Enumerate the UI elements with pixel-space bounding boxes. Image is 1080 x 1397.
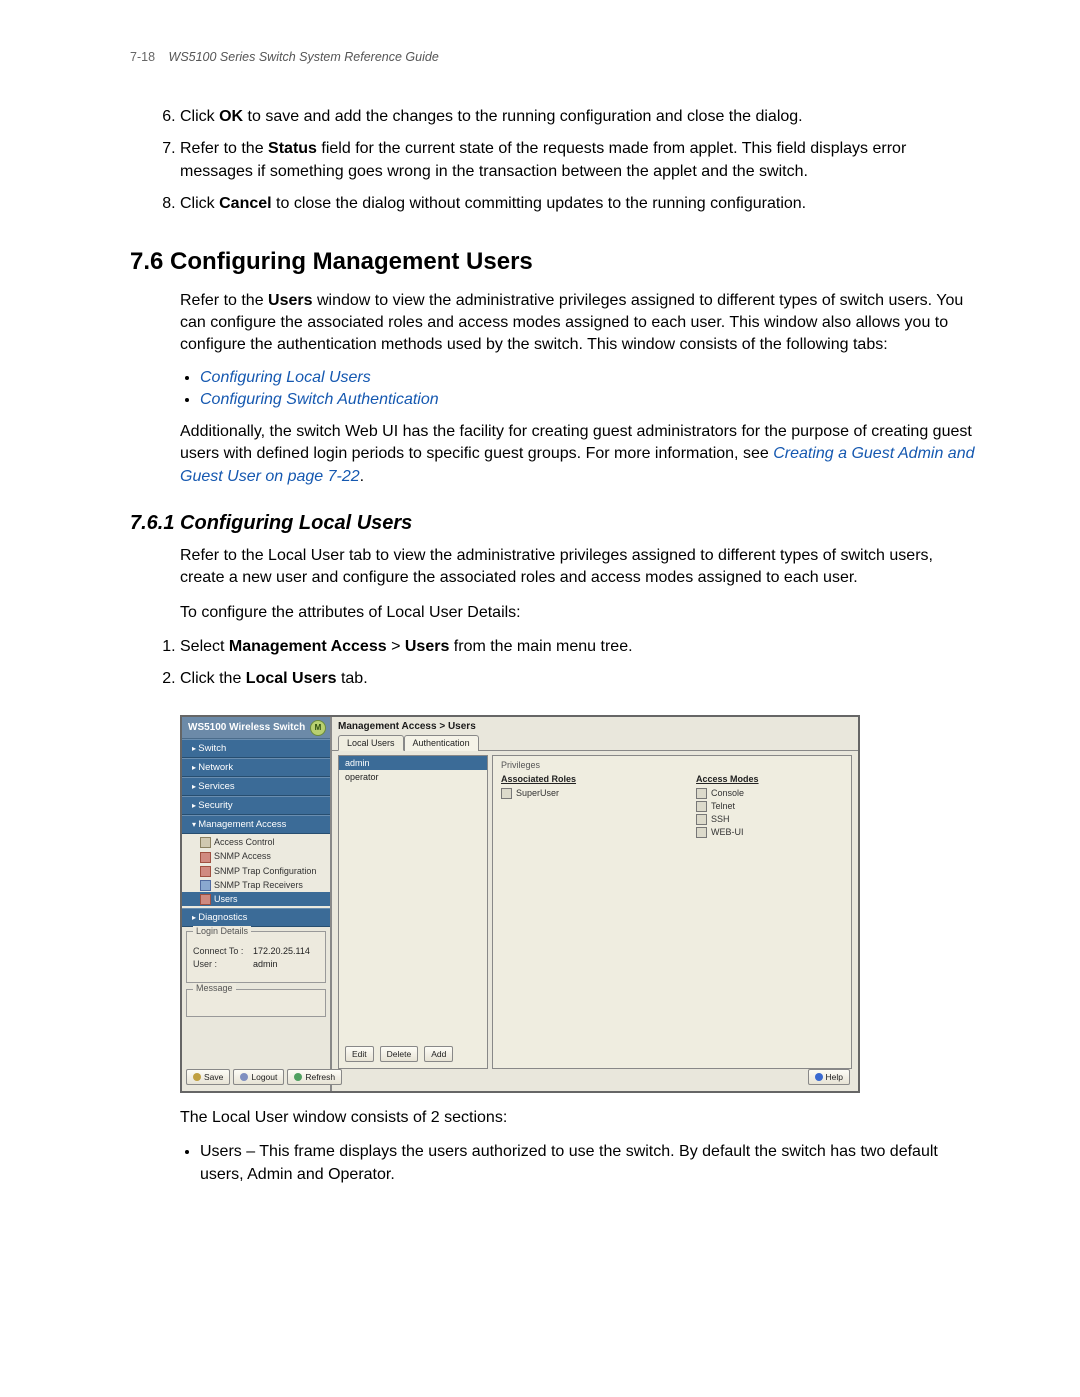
access-modes-col: Access Modes Console Telnet SSH WEB-UI <box>696 774 759 840</box>
role-entry: SuperUser <box>501 788 576 799</box>
save-icon <box>193 1073 201 1081</box>
message-box: Message <box>186 989 326 1017</box>
logout-icon <box>240 1073 248 1081</box>
save-button[interactable]: Save <box>186 1069 230 1085</box>
paragraph: To configure the attributes of Local Use… <box>180 602 980 624</box>
mode-entry: WEB-UI <box>696 827 759 838</box>
login-user-value: admin <box>253 959 278 969</box>
login-connect-value: 172.20.25.114 <box>253 946 310 956</box>
paragraph: The Local User window consists of 2 sect… <box>180 1107 980 1129</box>
content-area: Management Access > Users Local Users Au… <box>332 717 858 1091</box>
login-details: Login Details Connect To : 172.20.25.114… <box>186 931 326 983</box>
folder-icon <box>200 894 211 905</box>
paragraph: Refer to the Local User tab to view the … <box>180 545 980 590</box>
help-button[interactable]: Help <box>808 1069 850 1085</box>
link-list: Configuring Local Users Configuring Swit… <box>200 369 980 409</box>
logo-badge-icon: M <box>310 720 326 736</box>
subsection-heading: 7.6.1 Configuring Local Users <box>130 512 980 535</box>
nav-snmp-trap-receivers[interactable]: SNMP Trap Receivers <box>182 878 330 892</box>
step-item: Click Cancel to close the dialog without… <box>180 193 980 215</box>
mode-entry: Console <box>696 788 759 799</box>
mode-entry: SSH <box>696 814 759 825</box>
sidebar-buttons: Save Logout Refresh <box>182 1063 330 1091</box>
step-list-b: Select Management Access > Users from th… <box>180 636 980 691</box>
mode-icon <box>696 827 707 838</box>
delete-button[interactable]: Delete <box>380 1046 419 1062</box>
user-list-item[interactable]: operator <box>339 770 487 784</box>
tab-authentication[interactable]: Authentication <box>404 735 479 751</box>
step-item: Select Management Access > Users from th… <box>180 636 980 658</box>
folder-icon <box>200 852 211 863</box>
folder-icon <box>200 837 211 848</box>
add-button[interactable]: Add <box>424 1046 453 1062</box>
nav-users[interactable]: Users <box>182 892 330 906</box>
nav-network[interactable]: Network <box>182 758 330 777</box>
folder-icon <box>200 866 211 877</box>
paragraph: Additionally, the switch Web UI has the … <box>180 421 980 488</box>
bullet-list: Users – This frame displays the users au… <box>200 1141 980 1186</box>
link-configuring-local-users[interactable]: Configuring Local Users <box>200 369 371 386</box>
mode-icon <box>696 788 707 799</box>
link-configuring-switch-auth[interactable]: Configuring Switch Authentication <box>200 391 439 408</box>
folder-icon <box>200 880 211 891</box>
mode-icon <box>696 814 707 825</box>
privileges-pane: Privileges Associated Roles SuperUser Ac… <box>492 755 852 1069</box>
nav-security[interactable]: Security <box>182 796 330 815</box>
logout-button[interactable]: Logout <box>233 1069 284 1085</box>
page-number: 7-18 <box>130 50 155 64</box>
breadcrumb: Management Access > Users <box>332 717 858 734</box>
edit-button[interactable]: Edit <box>345 1046 374 1062</box>
associated-roles-col: Associated Roles SuperUser <box>501 774 576 840</box>
nav-snmp-access[interactable]: SNMP Access <box>182 850 330 864</box>
nav-diagnostics[interactable]: Diagnostics <box>182 908 330 927</box>
bullet-item: Users – This frame displays the users au… <box>200 1141 980 1186</box>
section-heading: 7.6 Configuring Management Users <box>130 248 980 276</box>
guide-title: WS5100 Series Switch System Reference Gu… <box>169 50 439 64</box>
mode-entry: Telnet <box>696 801 759 812</box>
running-header: 7-18 WS5100 Series Switch System Referen… <box>130 50 980 64</box>
help-icon <box>815 1073 823 1081</box>
step-item: Refer to the Status field for the curren… <box>180 138 980 183</box>
tab-bar: Local Users Authentication <box>332 734 858 751</box>
nav-services[interactable]: Services <box>182 777 330 796</box>
paragraph: Refer to the Users window to view the ad… <box>180 290 980 357</box>
nav-switch[interactable]: Switch <box>182 739 330 758</box>
nav-management-children: Access Control SNMP Access SNMP Trap Con… <box>182 834 330 909</box>
nav-management-access[interactable]: Management Access <box>182 815 330 834</box>
nav-access-control[interactable]: Access Control <box>182 836 330 850</box>
privileges-header: Privileges <box>501 760 843 770</box>
nav-snmp-trap-config[interactable]: SNMP Trap Configuration <box>182 864 330 878</box>
user-list-actions: Edit Delete Add <box>339 1040 487 1068</box>
role-icon <box>501 788 512 799</box>
step-item: Click the Local Users tab. <box>180 668 980 690</box>
document-page: 7-18 WS5100 Series Switch System Referen… <box>0 0 1080 1258</box>
user-list-pane: admin operator Edit Delete Add <box>338 755 488 1069</box>
tab-local-users[interactable]: Local Users <box>338 735 404 751</box>
nav-tree: Switch Network Services Security Managem… <box>182 739 330 928</box>
step-item: Click OK to save and add the changes to … <box>180 106 980 128</box>
screenshot-figure: WS5100 Wireless Switch M Switch Network … <box>180 715 860 1093</box>
user-list-item[interactable]: admin <box>339 756 487 770</box>
product-title: WS5100 Wireless Switch M <box>182 717 330 739</box>
refresh-icon <box>294 1073 302 1081</box>
sidebar: WS5100 Wireless Switch M Switch Network … <box>182 717 332 1091</box>
mode-icon <box>696 801 707 812</box>
step-list-a: Click OK to save and add the changes to … <box>180 106 980 216</box>
